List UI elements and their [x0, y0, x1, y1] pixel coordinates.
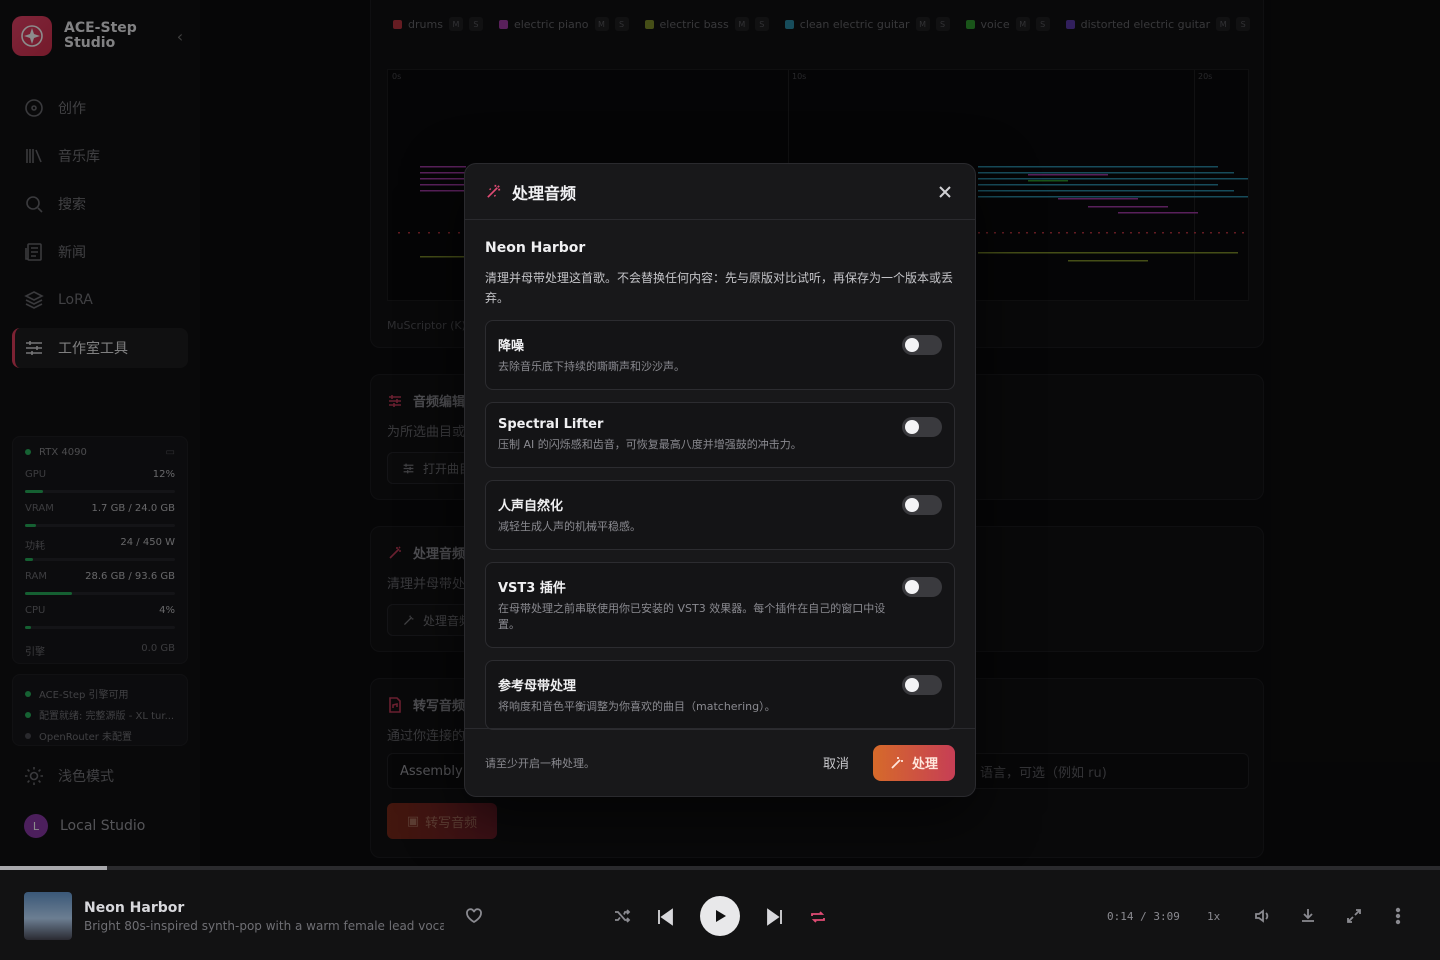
option-title: 降噪: [498, 339, 525, 354]
track-subtitle: Bright 80s-inspired synth-pop with a war…: [84, 919, 444, 933]
dialog-title: 处理音频: [512, 183, 577, 203]
option-description: 压制 AI 的闪烁感和齿音，可恢复最高八度并增强鼓的冲击力。: [498, 438, 802, 451]
option-title: VST3 插件: [498, 581, 566, 596]
repeat-icon: [811, 911, 825, 923]
close-icon: [939, 185, 951, 198]
wand-icon: [487, 184, 501, 198]
wand-icon: [891, 756, 903, 769]
option-description: 减轻生成人声的机械平稳感。: [498, 520, 641, 533]
play-icon: [716, 910, 726, 922]
more-vertical-icon: [1395, 907, 1401, 925]
cancel-button[interactable]: 取消: [823, 753, 849, 772]
song-name: Neon Harbor: [485, 240, 586, 256]
toggle-knob: [905, 580, 919, 594]
album-cover[interactable]: [24, 892, 72, 940]
skip-forward-icon: [767, 908, 782, 926]
toggle-knob: [905, 498, 919, 512]
dialog-body: Neon Harbor 清理并母带处理这首歌。不会替换任何内容：先与原版对比试听…: [465, 220, 975, 730]
previous-button[interactable]: [654, 906, 676, 928]
playback-speed[interactable]: 1x: [1207, 910, 1220, 923]
shuffle-icon: [615, 909, 631, 923]
expand-icon: [1347, 909, 1361, 923]
option-description: 将响度和音色平衡调整为你喜欢的曲目（matchering）。: [498, 700, 776, 713]
app-root: ACE-Step Studio ‹ 创作 音乐库 搜索 新闻 LoRA 工作室工…: [0, 0, 1440, 960]
volume-icon: [1255, 909, 1269, 923]
process-audio-dialog: 处理音频 Neon Harbor 清理并母带处理这首歌。不会替换任何内容：先与原…: [464, 163, 976, 797]
volume-button[interactable]: [1252, 906, 1272, 926]
process-button[interactable]: 处理: [873, 744, 955, 781]
option-toggle[interactable]: [902, 495, 942, 515]
toggle-knob: [905, 338, 919, 352]
repeat-button[interactable]: [808, 906, 828, 928]
option-toggle[interactable]: [902, 417, 942, 437]
option-toggle[interactable]: [902, 577, 942, 597]
close-button[interactable]: [935, 182, 955, 202]
track-title: Neon Harbor: [84, 900, 185, 916]
download-icon: [1302, 909, 1314, 922]
toggle-knob: [905, 678, 919, 692]
button-label: 处理: [911, 757, 938, 772]
option-title: 参考母带处理: [498, 679, 577, 694]
play-button[interactable]: [700, 896, 740, 936]
option-title: 人声自然化: [498, 499, 564, 514]
processing-option: Spectral Lifter 压制 AI 的闪烁感和齿音，可恢复最高八度并增强鼓…: [485, 402, 955, 468]
expand-button[interactable]: [1344, 906, 1364, 926]
option-toggle[interactable]: [902, 675, 942, 695]
more-options-button[interactable]: [1390, 906, 1406, 926]
dialog-footer: 请至少开启一种处理。 取消 处理: [465, 728, 975, 796]
processing-option: 参考母带处理将响度和音色平衡调整为你喜欢的曲目（matchering）。: [485, 660, 955, 730]
heart-icon: [466, 908, 482, 924]
dialog-header: 处理音频: [465, 164, 975, 220]
like-button[interactable]: [464, 906, 484, 926]
playback-time: 0:14 / 3:09: [1107, 910, 1180, 923]
toggle-knob: [905, 420, 919, 434]
download-button[interactable]: [1298, 906, 1318, 926]
processing-option: 降噪去除音乐底下持续的嘶嘶声和沙沙声。: [485, 320, 955, 390]
option-description: 去除音乐底下持续的嘶嘶声和沙沙声。: [498, 360, 685, 373]
player-bar: Neon Harbor Bright 80s-inspired synth-po…: [0, 870, 1440, 960]
next-button[interactable]: [764, 906, 786, 928]
processing-option: 人声自然化减轻生成人声的机械平稳感。: [485, 480, 955, 550]
option-title: Spectral Lifter: [498, 417, 604, 432]
shuffle-button[interactable]: [612, 906, 632, 926]
option-description: 在母带处理之前串联使用你已安装的 VST3 效果器。每个插件在自己的窗口中设置。: [498, 602, 886, 631]
footer-hint: 请至少开启一种处理。: [485, 756, 595, 770]
skip-back-icon: [658, 908, 673, 926]
processing-option: VST3 插件在母带处理之前串联使用你已安装的 VST3 效果器。每个插件在自己…: [485, 562, 955, 648]
dialog-description: 清理并母带处理这首歌。不会替换任何内容：先与原版对比试听，再保存为一个版本或丢弃…: [485, 271, 954, 305]
option-toggle[interactable]: [902, 335, 942, 355]
